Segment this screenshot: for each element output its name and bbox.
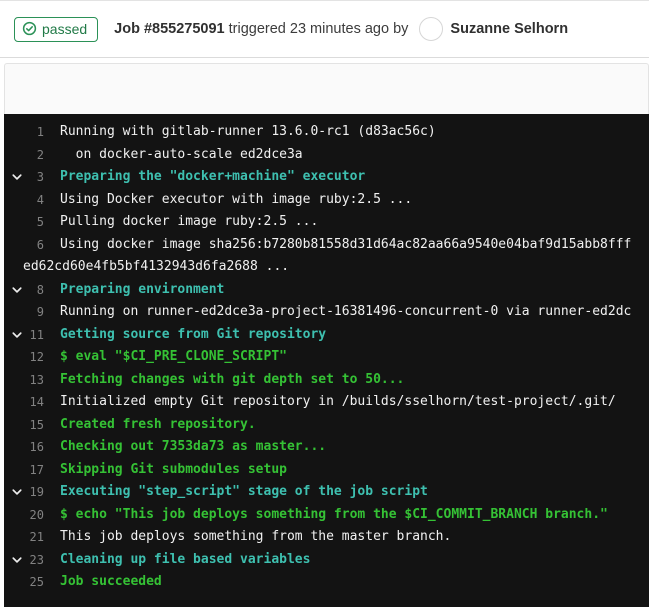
log-line: 13 Fetching changes with git depth set to…	[8, 369, 649, 392]
log-text: Initialized empty Git repository in /bui…	[60, 391, 616, 414]
line-number[interactable]: 12	[25, 346, 44, 369]
log-line: 17 Skipping Git submodules setup	[8, 459, 649, 482]
job-number[interactable]: Job #855275091	[114, 21, 224, 37]
chevron-down-icon[interactable]	[8, 279, 25, 302]
log-text: on docker-auto-scale ed2dce3a	[60, 144, 303, 167]
log-line: ed62cd60e4fb5bf4132943d6fa2688 ...	[8, 256, 649, 279]
line-number[interactable]: 4	[25, 189, 44, 212]
log-line: 1 Running with gitlab-runner 13.6.0-rc1 (…	[8, 121, 649, 144]
status-badge-label: passed	[42, 21, 87, 37]
log-text: $ echo "This job deploys something from …	[60, 504, 608, 527]
log-line: 12 $ eval "$CI_PRE_CLONE_SCRIPT"	[8, 346, 649, 369]
line-number[interactable]: 8	[25, 279, 44, 302]
line-number[interactable]: 20	[25, 504, 44, 527]
chevron-down-icon[interactable]	[8, 549, 25, 572]
log-text: Using Docker executor with image ruby:2.…	[60, 189, 412, 212]
chevron-slot	[8, 436, 25, 459]
line-number[interactable]: 5	[25, 211, 44, 234]
chevron-slot	[8, 144, 25, 167]
triggered-text: triggered 23 minutes ago by	[225, 21, 413, 37]
user-name[interactable]: Suzanne Selhorn	[450, 21, 568, 37]
log-line: 5 Pulling docker image ruby:2.5 ...	[8, 211, 649, 234]
chevron-slot	[8, 346, 25, 369]
chevron-slot	[8, 121, 25, 144]
log-line: 8 Preparing environment	[8, 279, 649, 302]
log-line: 25 Job succeeded	[8, 571, 649, 594]
job-header: passed Job #855275091 triggered 23 minut…	[0, 0, 649, 58]
line-number[interactable]: 6	[25, 234, 44, 257]
log-line: 20 $ echo "This job deploys something fro…	[8, 504, 649, 527]
job-toolbar-panel	[4, 63, 649, 114]
chevron-slot	[8, 414, 25, 437]
chevron-slot	[8, 189, 25, 212]
chevron-slot	[8, 369, 25, 392]
line-number[interactable]: 14	[25, 391, 44, 414]
chevron-down-icon[interactable]	[8, 481, 25, 504]
log-line: 16 Checking out 7353da73 as master...	[8, 436, 649, 459]
chevron-slot	[8, 234, 25, 257]
log-text: $ eval "$CI_PRE_CLONE_SCRIPT"	[60, 346, 287, 369]
status-badge[interactable]: passed	[14, 17, 98, 42]
log-line: 4 Using Docker executor with image ruby:2…	[8, 189, 649, 212]
log-line: 14 Initialized empty Git repository in /b…	[8, 391, 649, 414]
line-number[interactable]: 13	[25, 369, 44, 392]
chevron-down-icon[interactable]	[8, 166, 25, 189]
log-text: This job deploys something from the mast…	[60, 526, 451, 549]
line-number[interactable]: 21	[25, 526, 44, 549]
log-line: 9 Running on runner-ed2dce3a-project-1638…	[8, 301, 649, 324]
check-circle-icon	[22, 21, 37, 36]
log-text: Preparing the "docker+machine" executor	[60, 166, 365, 189]
line-number[interactable]: 25	[25, 571, 44, 594]
log-text: Skipping Git submodules setup	[60, 459, 287, 482]
log-text: Executing "step_script" stage of the job…	[60, 481, 428, 504]
chevron-slot	[8, 301, 25, 324]
log-line: 3 Preparing the "docker+machine" executor	[8, 166, 649, 189]
line-number[interactable]: 3	[25, 166, 44, 189]
log-text: Pulling docker image ruby:2.5 ...	[60, 211, 318, 234]
log-line: 19 Executing "step_script" stage of the j…	[8, 481, 649, 504]
chevron-slot	[8, 526, 25, 549]
chevron-down-icon[interactable]	[8, 324, 25, 347]
log-text: Using docker image sha256:b7280b81558d31…	[60, 234, 631, 257]
log-text: Running on runner-ed2dce3a-project-16381…	[60, 301, 631, 324]
log-text: Running with gitlab-runner 13.6.0-rc1 (d…	[60, 121, 436, 144]
line-number[interactable]: 16	[25, 436, 44, 459]
log-line: 15 Created fresh repository.	[8, 414, 649, 437]
line-number[interactable]: 9	[25, 301, 44, 324]
job-log: 1 Running with gitlab-runner 13.6.0-rc1 (…	[4, 114, 649, 607]
log-text: Checking out 7353da73 as master...	[60, 436, 326, 459]
line-number[interactable]: 11	[25, 324, 44, 347]
line-number[interactable]: 23	[25, 549, 44, 572]
chevron-slot	[8, 504, 25, 527]
log-text: Preparing environment	[60, 279, 224, 302]
log-text: Job succeeded	[60, 571, 162, 594]
line-number[interactable]: 19	[25, 481, 44, 504]
log-line: 21 This job deploys something from the ma…	[8, 526, 649, 549]
log-line: 23 Cleaning up file based variables	[8, 549, 649, 572]
log-text: Created fresh repository.	[60, 414, 256, 437]
chevron-slot	[8, 571, 25, 594]
chevron-slot	[8, 391, 25, 414]
log-text: ed62cd60e4fb5bf4132943d6fa2688 ...	[23, 256, 289, 279]
log-line: 11 Getting source from Git repository	[8, 324, 649, 347]
line-number[interactable]: 2	[25, 144, 44, 167]
log-text: Fetching changes with git depth set to 5…	[60, 369, 404, 392]
log-line: 6 Using docker image sha256:b7280b81558d3…	[8, 234, 649, 257]
line-number[interactable]: 1	[25, 121, 44, 144]
chevron-slot	[8, 459, 25, 482]
chevron-slot	[8, 211, 25, 234]
avatar[interactable]	[419, 17, 443, 41]
line-number[interactable]: 15	[25, 414, 44, 437]
log-text: Cleaning up file based variables	[60, 549, 310, 572]
log-text: Getting source from Git repository	[60, 324, 326, 347]
log-line: 2 on docker-auto-scale ed2dce3a	[8, 144, 649, 167]
job-meta: Job #855275091 triggered 23 minutes ago …	[114, 17, 568, 41]
line-number[interactable]: 17	[25, 459, 44, 482]
